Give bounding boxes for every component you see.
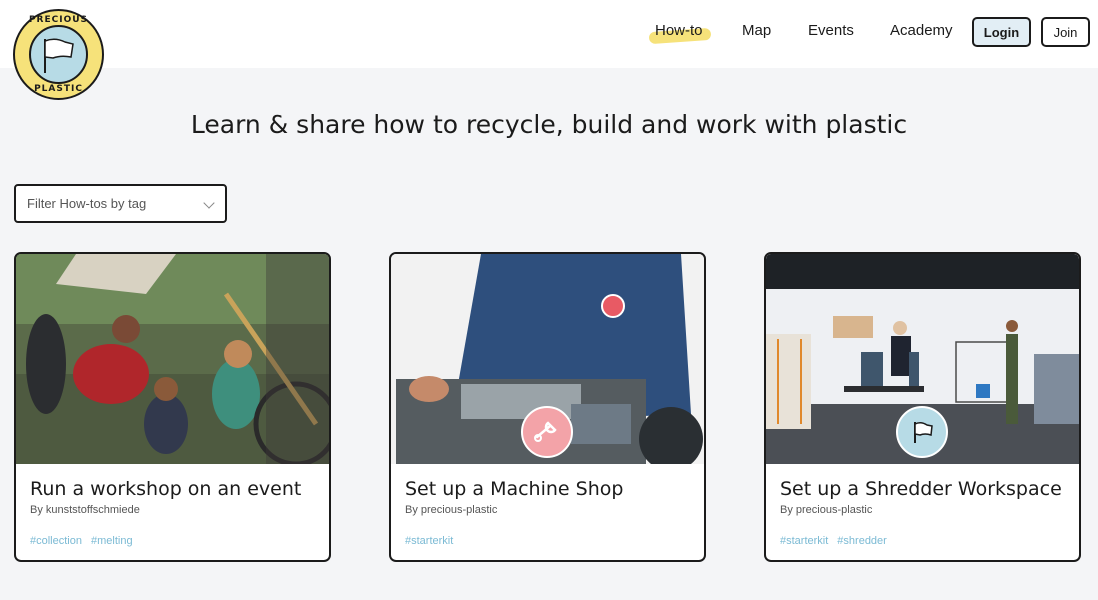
nav-how-to[interactable]: How-to [648, 22, 712, 45]
filter-placeholder: Filter How-tos by tag [27, 196, 147, 211]
nav-events[interactable]: Events [808, 22, 854, 39]
card-author: By precious-plastic [780, 504, 873, 516]
tag[interactable]: #starterkit [405, 535, 453, 547]
card-image [16, 254, 329, 464]
logo-bottom-text: PLASTIC [34, 84, 83, 94]
nav-academy-label: Academy [890, 22, 953, 39]
chevron-down-icon [203, 197, 215, 209]
tag[interactable]: #collection [30, 535, 82, 547]
page-title: Learn & share how to recycle, build and … [190, 110, 908, 139]
flag-icon [914, 421, 933, 443]
card-author: By precious-plastic [405, 504, 498, 516]
flag-icon [44, 38, 74, 73]
card-author: By kunststoffschmiede [30, 504, 140, 516]
workspace-badge [896, 406, 948, 458]
tag-filter-select[interactable]: Filter How-tos by tag [14, 184, 227, 223]
howto-card[interactable]: Set up a Shredder Workspace By precious-… [764, 252, 1081, 562]
login-button[interactable]: Login [972, 17, 1031, 47]
nav-academy[interactable]: Academy [890, 22, 953, 39]
tag[interactable]: #melting [91, 535, 133, 547]
card-tags: #starterkit #shredder [780, 535, 896, 547]
logo-flag-circle [29, 25, 88, 84]
card-title[interactable]: Set up a Machine Shop [405, 478, 623, 500]
card-title[interactable]: Set up a Shredder Workspace [780, 478, 1062, 500]
nav-how-to-label: How-to [655, 22, 703, 39]
site-header: PRECIOUS PLASTIC How-to Map Events Acade… [0, 0, 1098, 100]
card-tags: #collection #melting [30, 535, 142, 547]
nav-map[interactable]: Map [742, 22, 771, 39]
nav-events-label: Events [808, 22, 854, 39]
tag[interactable]: #starterkit [780, 535, 828, 547]
howto-card[interactable]: Set up a Machine Shop By precious-plasti… [389, 252, 706, 562]
precious-plastic-logo[interactable]: PRECIOUS PLASTIC [13, 9, 104, 100]
tag[interactable]: #shredder [837, 535, 887, 547]
nav-map-label: Map [742, 22, 772, 39]
card-tags: #starterkit [405, 535, 462, 547]
logo-top-text: PRECIOUS [28, 15, 89, 25]
wrench-icon [534, 421, 557, 442]
join-button[interactable]: Join [1041, 17, 1090, 47]
card-title[interactable]: Run a workshop on an event [30, 478, 301, 500]
machine-badge [521, 406, 573, 458]
howto-card[interactable]: Run a workshop on an event By kunststoff… [14, 252, 331, 562]
